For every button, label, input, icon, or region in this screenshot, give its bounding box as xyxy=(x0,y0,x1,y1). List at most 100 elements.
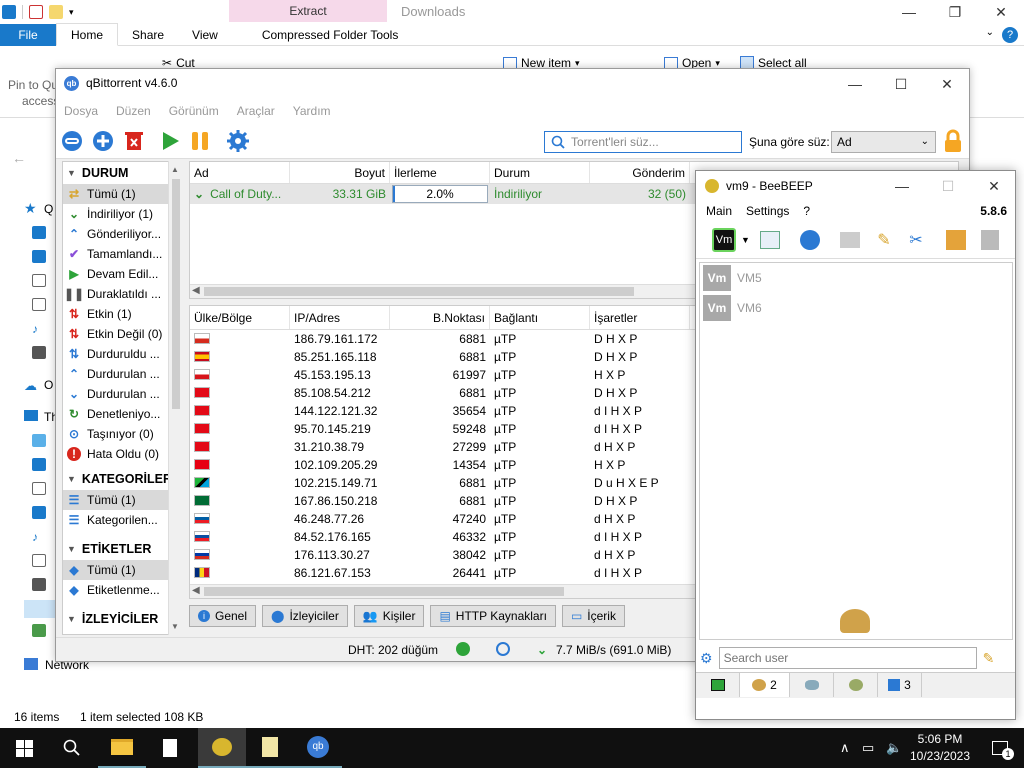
taskbar-file-explorer[interactable] xyxy=(98,728,146,768)
category-item-uncategorized[interactable]: ☰ Kategorilen... xyxy=(63,510,181,530)
status-filter-item[interactable]: ⌄ Durdurulan ... xyxy=(63,384,181,404)
notifications-button[interactable]: 1 xyxy=(976,728,1024,768)
qbt-minimize-button[interactable]: — xyxy=(832,69,878,99)
column-name[interactable]: Ad xyxy=(190,162,290,183)
column-progress[interactable]: İlerleme xyxy=(390,162,490,183)
user-list-item[interactable]: Vm VM5 xyxy=(700,263,1012,293)
properties-icon[interactable] xyxy=(29,5,43,19)
qbt-close-button[interactable]: ✕ xyxy=(924,69,970,99)
this-pc-icon[interactable] xyxy=(24,410,38,421)
pause-button[interactable] xyxy=(188,129,212,153)
tab-users[interactable]: 2 xyxy=(740,673,790,697)
groups-button[interactable] xyxy=(838,228,862,252)
menu-gorunum[interactable]: Görünüm xyxy=(169,104,219,118)
status-filter-item[interactable]: ⊙ Taşınıyor (0) xyxy=(63,424,181,444)
status-filter-header[interactable]: ▼ DURUM xyxy=(63,162,181,184)
tab-trackers[interactable]: ⬤ İzleyiciler xyxy=(262,605,348,627)
clock[interactable]: 5:06 PM 10/23/2023 xyxy=(905,731,975,765)
close-button[interactable]: ✕ xyxy=(978,0,1024,24)
network-button[interactable] xyxy=(798,228,822,252)
add-torrent-link-button[interactable] xyxy=(60,129,84,153)
search-taskbar-button[interactable] xyxy=(48,728,96,768)
edit-profile-button[interactable] xyxy=(758,228,782,252)
status-filter-item[interactable]: ↻ Denetleniyo... xyxy=(63,404,181,424)
user-list-item[interactable]: Vm VM6 xyxy=(700,293,1012,323)
menu-main[interactable]: Main xyxy=(706,204,732,218)
tags-header[interactable]: ▼ ETİKETLER xyxy=(63,538,181,560)
tab-chat[interactable] xyxy=(696,673,740,697)
connection-status-icon[interactable] xyxy=(456,642,470,656)
sidebar-scrollbar[interactable]: ▲ ▼ xyxy=(168,161,182,635)
status-filter-item[interactable]: ⇅ Etkin Değil (0) xyxy=(63,324,181,344)
column-connection[interactable]: Bağlantı xyxy=(490,306,590,329)
taskbar-notepad[interactable] xyxy=(146,728,194,768)
start-button[interactable] xyxy=(0,728,48,768)
column-size[interactable]: Boyut xyxy=(290,162,390,183)
pictures-icon[interactable] xyxy=(32,298,46,311)
share-button[interactable] xyxy=(944,228,968,252)
3d-objects-icon[interactable] xyxy=(32,434,46,447)
down-arrow-icon[interactable] xyxy=(2,5,16,19)
settings-gear-icon[interactable]: ⚙ xyxy=(700,650,713,667)
trash-button[interactable] xyxy=(978,228,1002,252)
context-tab-extract[interactable]: Extract xyxy=(229,0,387,22)
ribbon-collapse-icon[interactable]: ⌄ xyxy=(986,27,994,38)
category-item-all[interactable]: ☰ Tümü (1) xyxy=(63,490,181,510)
tab-general[interactable]: i Genel xyxy=(189,605,257,627)
music-icon[interactable]: ♪ xyxy=(32,322,46,336)
column-ip[interactable]: IP/Adres xyxy=(290,306,390,329)
torrent-search-input[interactable]: Torrent'leri süz... xyxy=(544,131,742,153)
scroll-left-icon[interactable]: ◀ xyxy=(192,585,200,596)
status-button[interactable]: Vm xyxy=(712,228,736,252)
status-filter-item[interactable]: ⇄ Tümü (1) xyxy=(63,184,181,204)
volume-tray-icon[interactable]: 🔈 xyxy=(886,740,902,756)
minimize-button[interactable]: — xyxy=(886,0,932,24)
status-filter-item[interactable]: ⌃ Durdurulan ... xyxy=(63,364,181,384)
column-status[interactable]: Durum xyxy=(490,162,590,183)
speed-limit-icon[interactable] xyxy=(496,642,510,656)
tag-item-all[interactable]: ◆ Tümü (1) xyxy=(63,560,181,580)
column-flags[interactable]: İşaretler xyxy=(590,306,690,329)
scroll-thumb[interactable] xyxy=(204,587,564,596)
new-folder-icon[interactable] xyxy=(49,5,63,19)
menu-yardim[interactable]: Yardım xyxy=(293,104,331,118)
trackers-header[interactable]: ▼ İZLEYİCİLER xyxy=(63,608,181,630)
column-country[interactable]: Ülke/Bölge xyxy=(190,306,290,329)
status-filter-item[interactable]: ⇅ Durduruldu ... xyxy=(63,344,181,364)
menu-duzen[interactable]: Düzen xyxy=(116,104,151,118)
quick-access-label[interactable]: Q xyxy=(44,202,53,216)
bee-close-button[interactable]: ✕ xyxy=(971,171,1017,201)
scroll-thumb[interactable] xyxy=(172,179,180,409)
onedrive-label[interactable]: O xyxy=(44,378,53,392)
lock-icon[interactable] xyxy=(943,129,963,153)
downloads-icon[interactable] xyxy=(32,250,46,263)
tab-shares[interactable]: 3 xyxy=(878,673,922,697)
clear-search-icon[interactable]: ✎ xyxy=(983,650,995,667)
downloads-icon-2[interactable] xyxy=(32,506,46,519)
status-dropdown-icon[interactable]: ▼ xyxy=(741,235,750,245)
tab-compressed-folder-tools[interactable]: Compressed Folder Tools xyxy=(248,24,413,46)
desktop-icon[interactable] xyxy=(32,226,46,239)
back-arrow-icon[interactable]: ← xyxy=(12,150,26,166)
menu-help[interactable]: ? xyxy=(803,204,810,218)
scroll-left-icon[interactable]: ◀ xyxy=(192,285,200,296)
quick-access-star-icon[interactable]: ★ xyxy=(24,200,37,217)
tab-http-sources[interactable]: ▤ HTTP Kaynakları xyxy=(430,605,556,627)
menu-settings[interactable]: Settings xyxy=(746,204,789,218)
column-seeds[interactable]: Gönderim xyxy=(590,162,690,183)
local-disk-icon[interactable] xyxy=(24,600,55,618)
show-hidden-icons[interactable]: ∧ xyxy=(840,740,850,756)
status-filter-item[interactable]: ⌄ İndiriliyor (1) xyxy=(63,204,181,224)
tab-file[interactable]: File xyxy=(0,23,56,46)
download-speed[interactable]: 7.7 MiB/s (691.0 MiB) xyxy=(556,643,671,657)
notes-button[interactable]: ✎ xyxy=(872,228,896,252)
music-icon-2[interactable]: ♪ xyxy=(32,530,46,544)
scroll-up-icon[interactable]: ▲ xyxy=(171,165,179,174)
tab-peers[interactable]: 👥 Kişiler xyxy=(353,605,425,627)
taskbar-notes[interactable] xyxy=(246,728,294,768)
videos-icon-2[interactable] xyxy=(32,578,46,591)
videos-icon[interactable] xyxy=(32,346,46,359)
delete-torrent-button[interactable] xyxy=(122,129,146,153)
tab-groups[interactable] xyxy=(834,673,878,697)
add-torrent-file-button[interactable] xyxy=(91,129,115,153)
